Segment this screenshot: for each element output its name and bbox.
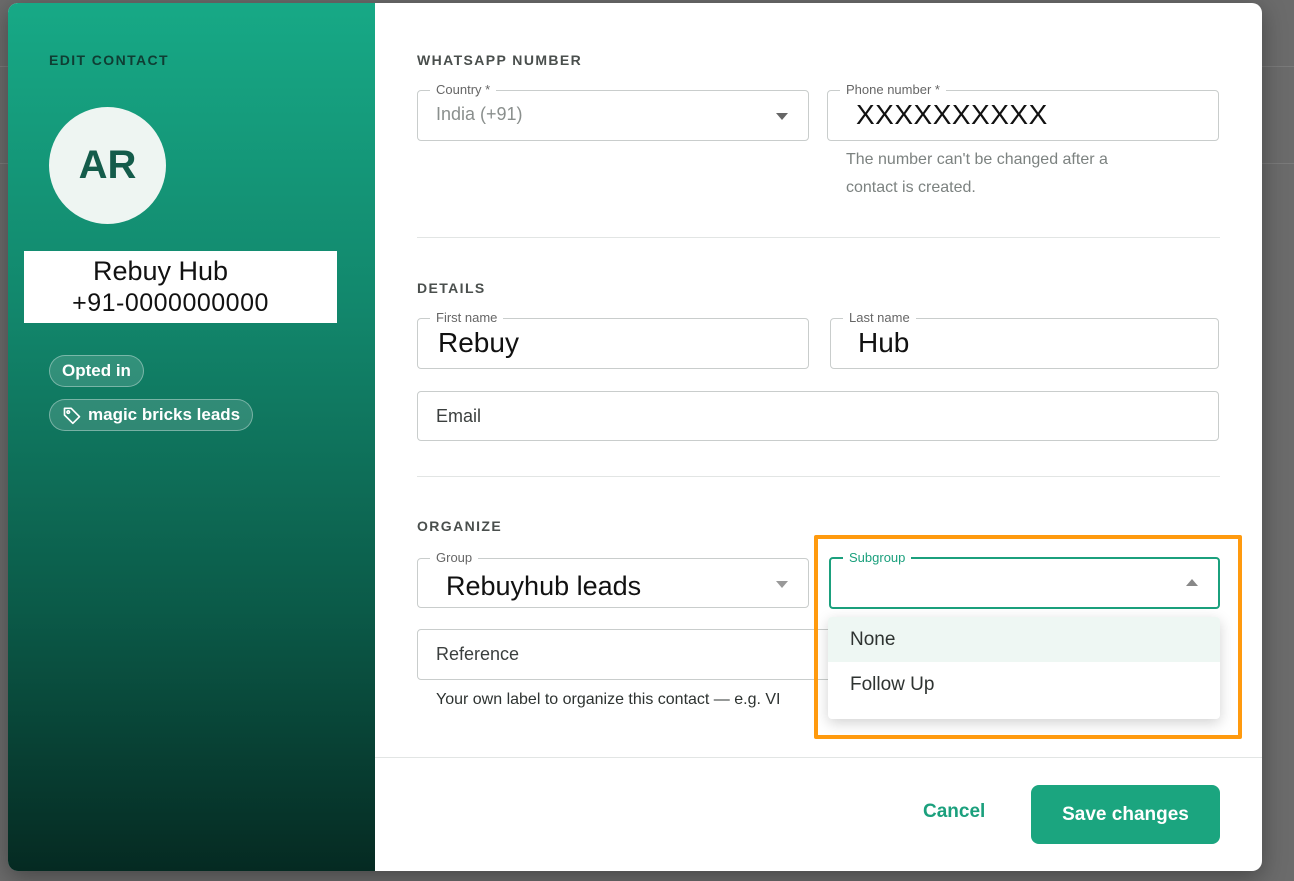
cancel-button[interactable]: Cancel — [923, 801, 985, 823]
group-select[interactable]: Group Rebuyhub leads — [417, 550, 809, 608]
first-name-field[interactable]: First name Rebuy — [417, 310, 809, 369]
contact-phone: +91-0000000000 — [72, 289, 269, 317]
chevron-down-icon — [776, 113, 788, 120]
last-name-field[interactable]: Last name Hub — [830, 310, 1219, 369]
last-name-label: Last name — [843, 310, 916, 326]
opted-in-label: Opted in — [62, 361, 131, 380]
group-value: Rebuyhub leads — [446, 571, 642, 601]
chevron-down-icon — [776, 581, 788, 588]
tag-icon — [63, 407, 81, 425]
group-label: Group — [430, 550, 479, 566]
footer-divider — [375, 757, 1262, 758]
subgroup-option-follow-up[interactable]: Follow Up — [828, 662, 1220, 707]
save-changes-button[interactable]: Save changes — [1031, 785, 1220, 844]
panel-title: EDIT CONTACT — [49, 52, 169, 68]
country-value: India (+91) — [436, 104, 523, 124]
reference-hint: Your own label to organize this contact … — [436, 691, 781, 708]
divider — [417, 237, 1220, 238]
phone-hint: The number can't be changed after a cont… — [846, 151, 1108, 196]
details-section-title: DETAILS — [417, 280, 486, 296]
first-name-label: First name — [430, 310, 504, 326]
reference-placeholder: Reference — [436, 644, 520, 664]
phone-number-field[interactable]: Phone number * XXXXXXXXXX — [827, 82, 1219, 141]
whatsapp-section-title: WHATSAPP NUMBER — [417, 52, 583, 68]
subgroup-select[interactable]: Subgroup — [829, 550, 1220, 609]
contact-identity: Rebuy Hub +91-0000000000 — [24, 251, 337, 323]
tag-label: magic bricks leads — [88, 405, 241, 424]
contact-name: Rebuy Hub — [92, 256, 229, 286]
phone-label: Phone number * — [840, 82, 946, 98]
organize-section-title: ORGANIZE — [417, 518, 503, 534]
avatar: AR — [49, 107, 166, 224]
contact-form: WHATSAPP NUMBER Country * India (+91) Ph… — [375, 3, 1262, 871]
chevron-up-icon — [1186, 579, 1198, 586]
opted-in-badge: Opted in — [49, 355, 144, 387]
contact-summary-panel: EDIT CONTACT AR Rebuy Hub +91-0000000000… — [8, 3, 375, 871]
email-field[interactable]: Email — [417, 391, 1219, 441]
subgroup-dropdown-menu: None Follow Up — [828, 617, 1220, 719]
divider — [417, 476, 1220, 477]
reference-field[interactable]: Reference — [417, 629, 837, 680]
edit-contact-modal: EDIT CONTACT AR Rebuy Hub +91-0000000000… — [8, 3, 1262, 871]
subgroup-label: Subgroup — [843, 550, 912, 566]
country-select[interactable]: Country * India (+91) — [417, 82, 809, 141]
first-name-value: Rebuy — [438, 327, 519, 358]
last-name-value: Hub — [858, 327, 910, 358]
country-label: Country * — [430, 82, 497, 98]
phone-value: XXXXXXXXXX — [856, 99, 1048, 130]
tag-chip[interactable]: magic bricks leads — [49, 399, 254, 431]
email-placeholder: Email — [436, 406, 482, 426]
subgroup-option-none[interactable]: None — [828, 617, 1220, 662]
